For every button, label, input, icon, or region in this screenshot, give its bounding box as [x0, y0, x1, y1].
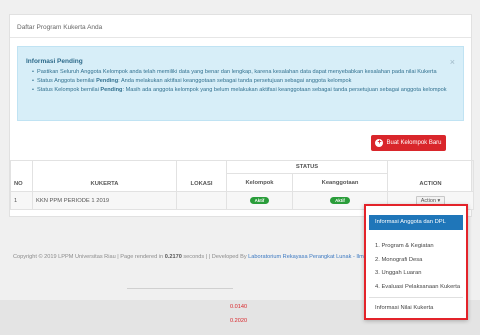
alert-list: Pastikan Seluruh Anggota Kelompok anda t… — [32, 68, 447, 95]
program-panel: Daftar Program Kukerta Anda Informasi Pe… — [9, 14, 475, 217]
col-header-status: STATUS — [225, 160, 389, 174]
alert-item: Pastikan Seluruh Anggota Kelompok anda t… — [32, 68, 447, 77]
new-group-button[interactable]: + Buat Kelompok Baru — [371, 135, 446, 151]
menu-item-informasi-anggota[interactable]: Informasi Anggota dan DPL — [369, 215, 463, 230]
ghost-divider — [127, 288, 233, 298]
alert-item: Status Kelompok bernilai Pending: Masih … — [32, 86, 447, 95]
menu-item-monografi-desa[interactable]: 2. Monografi Desa — [375, 257, 422, 263]
menu-item-informasi-nilai[interactable]: Informasi Nilai Kukerta — [375, 305, 433, 311]
cell-no: 1 — [10, 191, 33, 210]
panel-divider — [10, 37, 471, 38]
col-header-kukerta: KUKERTA — [32, 160, 177, 192]
status-badge-kelompok: Aktif — [249, 197, 270, 204]
panel-title: Daftar Program Kukerta Anda — [17, 24, 103, 31]
status-badge-keanggotaan: Aktif — [330, 197, 350, 204]
info-alert: Informasi Pending × Pastikan Seluruh Ang… — [17, 46, 464, 121]
menu-item-program-kegiatan[interactable]: 1. Program & Kegiatan — [375, 243, 434, 249]
kukerta-table: NO KUKERTA LOKASI STATUS ACTION Kelompok… — [10, 160, 475, 210]
cell-kukerta: KKN PPM PERIODE 1 2019 — [32, 191, 177, 210]
status-value: 0.2020 — [230, 318, 248, 324]
action-dropdown-menu: Informasi Anggota dan DPL 1. Program & K… — [364, 204, 468, 320]
alert-item: Status Anggota bernilai Pending: Anda me… — [32, 77, 447, 86]
plus-icon: + — [375, 139, 384, 147]
alert-title: Informasi Pending — [26, 58, 83, 65]
col-header-action: ACTION — [387, 160, 475, 192]
footer-text: Copyright © 2019 LPPM Universitas Riau |… — [13, 254, 407, 260]
menu-item-evaluasi[interactable]: 4. Evaluasi Pelaksanaan Kukerta — [375, 284, 460, 290]
col-header-no: NO — [10, 160, 33, 192]
col-header-keanggotaan: Keanggotaan — [291, 173, 389, 192]
close-icon[interactable]: × — [450, 57, 455, 67]
cell-lokasi — [176, 191, 227, 210]
col-header-lokasi: LOKASI — [176, 160, 227, 192]
menu-item-unggah-luaran[interactable]: 3. Unggah Luaran — [375, 270, 421, 276]
status-value: 0.0140 — [230, 304, 248, 310]
col-header-kelompok: Kelompok — [226, 173, 293, 192]
menu-divider — [369, 297, 463, 298]
new-group-label: Buat Kelompok Baru — [386, 140, 442, 146]
